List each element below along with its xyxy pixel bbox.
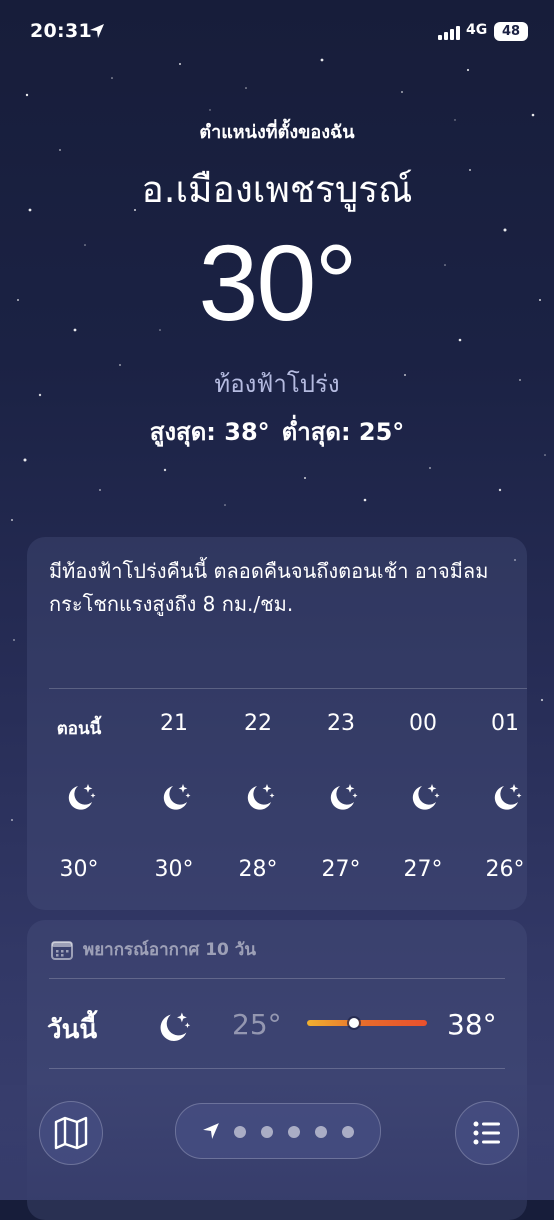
low-temperature: ต่ำสุด: 25°	[281, 418, 405, 446]
card-divider	[49, 1068, 505, 1069]
page-dot[interactable]	[261, 1126, 273, 1138]
location-arrow-icon	[90, 24, 104, 38]
map-button[interactable]	[39, 1101, 103, 1165]
calendar-icon	[51, 941, 73, 960]
page-dot[interactable]	[342, 1126, 354, 1138]
forecast-header: พยากรณ์อากาศ 10 วัน	[83, 940, 256, 960]
hour-time: 21	[160, 711, 188, 736]
weather-condition: ท้องฟ้าโปร่ง	[214, 370, 340, 398]
high-low-temperatures: สูงสุด: 38° ต่ำสุด: 25°	[0, 412, 554, 451]
current-temperature-marker	[348, 1018, 359, 1028]
hour-time: 00	[409, 711, 437, 736]
hour-temperature: 30°	[154, 857, 194, 882]
locations-list-button[interactable]	[455, 1101, 519, 1165]
network-type: 4G	[466, 22, 488, 38]
battery-indicator: 48	[494, 22, 528, 41]
hour-temperature: 27°	[321, 857, 361, 882]
cellular-signal-icon	[438, 26, 460, 40]
page-indicator[interactable]	[175, 1103, 381, 1159]
forecast-low: 25°	[232, 1008, 282, 1041]
forecast-day: วันนี้	[47, 1015, 98, 1045]
hour-temperature: 27°	[403, 857, 443, 882]
hour-time: 01	[491, 711, 519, 736]
moon-stars-icon	[494, 784, 522, 810]
moon-stars-icon	[160, 1012, 191, 1041]
moon-stars-icon	[412, 784, 440, 810]
card-divider	[49, 688, 527, 689]
status-bar: 20:31 4G 48	[0, 0, 554, 64]
temperature-range-fill	[307, 1020, 427, 1026]
moon-stars-icon	[163, 784, 191, 810]
hour-temperature: 26°	[485, 857, 525, 882]
moon-stars-icon	[68, 784, 96, 810]
forecast-summary: มีท้องฟ้าโปร่งคืนนี้ ตลอดคืนจนถึงตอนเช้า…	[49, 559, 489, 616]
current-temperature: 30°	[198, 222, 357, 343]
forecast-high: 38°	[447, 1008, 497, 1041]
high-temperature: สูงสุด: 38°	[149, 418, 270, 446]
location-label: ตำแหน่งที่ตั้งของฉัน	[199, 122, 355, 143]
moon-stars-icon	[247, 784, 275, 810]
map-icon	[54, 1116, 88, 1150]
hour-temperature: 30°	[59, 857, 99, 882]
list-icon	[473, 1121, 500, 1145]
page-dot[interactable]	[315, 1126, 327, 1138]
status-time: 20:31	[30, 20, 92, 42]
city-name: อ.เมืองเพชรบูรณ์	[141, 168, 413, 211]
hourly-forecast-card[interactable]: มีท้องฟ้าโปร่งคืนนี้ ตลอดคืนจนถึงตอนเช้า…	[27, 537, 527, 910]
hour-temperature: 28°	[238, 857, 278, 882]
hour-time: 22	[244, 711, 272, 736]
location-arrow-icon	[203, 1123, 219, 1139]
card-divider	[49, 978, 505, 979]
hour-time: 23	[327, 711, 355, 736]
hour-time: ตอนนี้	[56, 719, 102, 739]
temperature-range-bar	[307, 1018, 427, 1028]
page-dot[interactable]	[234, 1126, 246, 1138]
moon-stars-icon	[330, 784, 358, 810]
page-dot[interactable]	[288, 1126, 300, 1138]
